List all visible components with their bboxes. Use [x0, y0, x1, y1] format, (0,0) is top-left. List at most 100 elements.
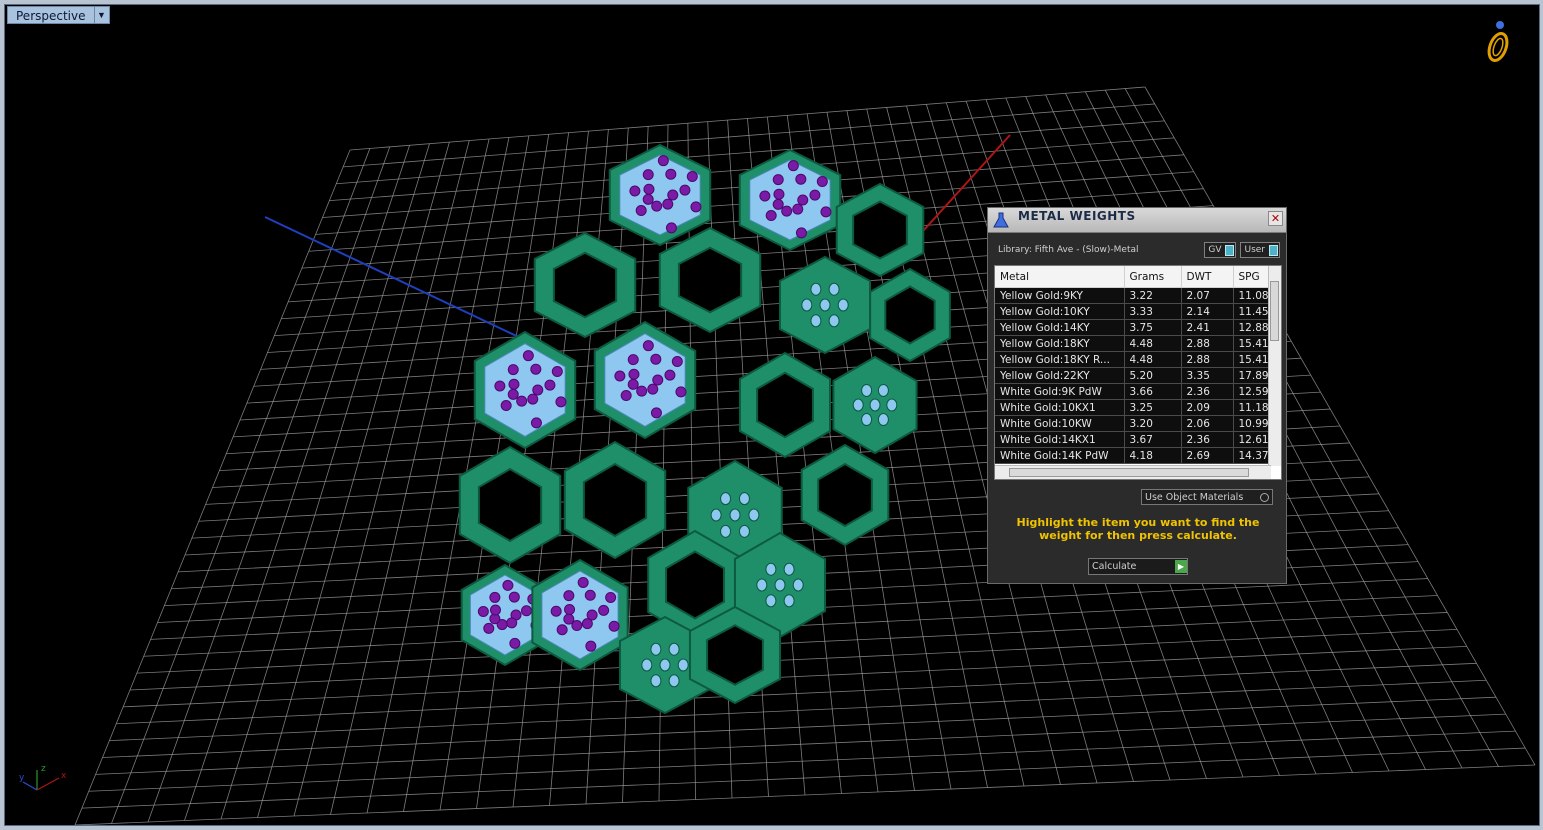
- prong: [675, 386, 687, 398]
- grams-cell: 3.33: [1124, 303, 1182, 320]
- gem-hole: [792, 578, 804, 592]
- table-row[interactable]: White Gold:9K PdW 3.66 2.36 12.59: [995, 383, 1278, 400]
- metal-cell: Yellow Gold:18KY: [995, 335, 1125, 352]
- prong: [509, 637, 521, 649]
- gem-hole: [720, 492, 732, 506]
- prong: [650, 353, 662, 365]
- scroll-thumb[interactable]: [1009, 468, 1249, 477]
- gem-hole: [650, 642, 662, 656]
- grams-cell: 3.22: [1124, 287, 1182, 304]
- gem-hole: [677, 658, 689, 672]
- gem-hole: [756, 578, 768, 592]
- toggle-knob-icon: [1269, 244, 1278, 256]
- prong: [489, 591, 501, 603]
- prong: [563, 613, 575, 625]
- prong: [584, 589, 596, 601]
- prong: [564, 604, 576, 616]
- prong: [627, 354, 639, 366]
- dwt-cell: 2.09: [1181, 399, 1234, 416]
- ring-icon[interactable]: [1481, 19, 1515, 65]
- gem-hole: [810, 314, 822, 328]
- table-row[interactable]: Yellow Gold:9KY 3.22 2.07 11.08: [995, 287, 1278, 304]
- gem-hole: [765, 562, 777, 576]
- prong: [797, 194, 809, 206]
- prong: [608, 620, 620, 632]
- dwt-cell: 2.06: [1181, 415, 1234, 432]
- instruction-text: Highlight the item you want to find the …: [1016, 516, 1260, 542]
- prong: [628, 368, 640, 380]
- prong: [665, 168, 677, 180]
- table-row[interactable]: Yellow Gold:18KY 4.48 2.88 15.41: [995, 335, 1278, 352]
- prong: [650, 407, 662, 419]
- table-row[interactable]: Yellow Gold:14KY 3.75 2.41 12.88: [995, 319, 1278, 336]
- prong: [508, 378, 520, 390]
- prong: [477, 606, 489, 618]
- gem-hole: [810, 282, 822, 296]
- prong: [527, 393, 539, 405]
- table-row[interactable]: White Gold:14KX1 3.67 2.36 12.61: [995, 431, 1278, 448]
- prong: [502, 579, 514, 591]
- gv-toggle[interactable]: GV: [1204, 242, 1237, 258]
- table-row[interactable]: Yellow Gold:18KY R... 4.48 2.88 15.41: [995, 351, 1278, 368]
- table-row[interactable]: Yellow Gold:22KY 5.20 3.35 17.89: [995, 367, 1278, 384]
- metal-cell: Yellow Gold:10KY: [995, 303, 1125, 320]
- dwt-cell: 2.88: [1181, 335, 1234, 352]
- axis-gizmo-icon: z x y: [19, 764, 67, 791]
- gem-hole: [852, 398, 864, 412]
- prong: [642, 340, 654, 352]
- horizontal-scrollbar[interactable]: [995, 465, 1271, 479]
- gem-hole: [659, 658, 671, 672]
- user-toggle[interactable]: User: [1240, 242, 1280, 258]
- viewport-label[interactable]: Perspective: [7, 6, 95, 24]
- prong: [792, 203, 804, 215]
- viewport-tab[interactable]: Perspective ▼: [7, 6, 110, 24]
- metal-cell: Yellow Gold:14KY: [995, 319, 1125, 336]
- prong: [581, 618, 593, 630]
- toggle-knob-icon: [1225, 244, 1235, 256]
- prong: [643, 183, 655, 195]
- table-row[interactable]: White Gold:14K PdW 4.18 2.69 14.37: [995, 447, 1278, 464]
- gem-hole: [819, 298, 831, 312]
- column-header-dwt[interactable]: DWT: [1181, 266, 1234, 288]
- prong: [516, 395, 528, 407]
- prong: [795, 173, 807, 185]
- gem-hole: [774, 578, 786, 592]
- radio-icon[interactable]: [1260, 492, 1269, 502]
- prong: [772, 198, 784, 210]
- scroll-thumb[interactable]: [1270, 281, 1279, 341]
- prong: [507, 364, 519, 376]
- use-object-materials-option[interactable]: Use Object Materials: [1141, 489, 1273, 505]
- vertical-scrollbar[interactable]: [1268, 266, 1281, 466]
- close-icon[interactable]: ✕: [1268, 211, 1283, 226]
- prong: [665, 222, 677, 234]
- table-row[interactable]: White Gold:10KX1 3.25 2.09 11.18: [995, 399, 1278, 416]
- grid-line: [74, 764, 1536, 825]
- gem-hole: [828, 282, 840, 296]
- viewport-menu-chevron-icon[interactable]: ▼: [94, 6, 110, 24]
- gem-hole: [877, 383, 889, 397]
- perspective-viewport[interactable]: Perspective ▼ z x y: [4, 4, 1540, 826]
- panel-title-bar[interactable]: METAL WEIGHTS ✕: [988, 208, 1286, 233]
- table-row[interactable]: White Gold:10KW 3.20 2.06 10.99: [995, 415, 1278, 432]
- table-row[interactable]: Yellow Gold:10KY 3.33 2.14 11.45: [995, 303, 1278, 320]
- prong: [520, 605, 532, 617]
- dwt-cell: 2.36: [1181, 431, 1234, 448]
- grams-cell: 4.18: [1124, 447, 1182, 464]
- prong: [500, 400, 512, 412]
- gem-hole: [886, 398, 898, 412]
- prong: [556, 624, 568, 636]
- prong: [532, 384, 544, 396]
- prong: [772, 174, 784, 186]
- column-header-metal[interactable]: Metal: [995, 266, 1125, 288]
- metals-table-container: Metal Grams DWT SPG Yellow Gold:9KY 3.22 2…: [994, 265, 1282, 480]
- grid-line: [88, 730, 1516, 792]
- prong: [489, 604, 501, 616]
- prong: [522, 350, 534, 362]
- column-header-grams[interactable]: Grams: [1124, 266, 1182, 288]
- grid-line: [81, 747, 1526, 809]
- gem-hole: [720, 524, 732, 538]
- play-icon: ▶: [1175, 560, 1187, 573]
- prong: [614, 370, 626, 382]
- prong: [809, 189, 821, 201]
- calculate-button[interactable]: Calculate ▶: [1088, 558, 1188, 575]
